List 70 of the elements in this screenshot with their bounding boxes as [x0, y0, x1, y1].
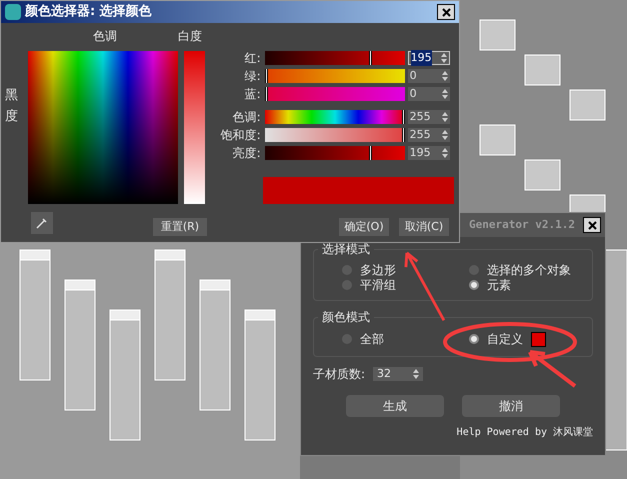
- footer-text: Help Powered by 沐风课堂: [456, 426, 593, 440]
- radio-option[interactable]: 自定义: [453, 330, 580, 348]
- slider-thumb[interactable]: [402, 128, 405, 142]
- radio-option[interactable]: 平滑组: [326, 277, 453, 292]
- number-field[interactable]: 255: [408, 128, 450, 142]
- color-slider-track[interactable]: [264, 146, 405, 160]
- option-label: 平滑组: [360, 276, 396, 294]
- radio-option[interactable]: 多边形: [326, 262, 453, 277]
- spinner-arrows-icon[interactable]: [442, 71, 448, 81]
- slider-label: 色调:: [232, 109, 262, 126]
- eyedropper-button[interactable]: [31, 212, 53, 234]
- window-title: 颜色选择器: 选择颜色: [25, 2, 153, 22]
- annotation-arrow: [526, 348, 578, 388]
- dialog-button[interactable]: 撤消: [462, 395, 560, 417]
- color-slider-track[interactable]: [264, 128, 405, 142]
- spinner-arrows-icon[interactable]: [413, 369, 420, 379]
- eyedropper-icon: [36, 217, 48, 229]
- spinner-arrows-icon[interactable]: [442, 130, 448, 140]
- color-slider-track[interactable]: [264, 87, 405, 101]
- number-field[interactable]: 0: [408, 69, 450, 83]
- hue-label: 色调: [93, 28, 118, 45]
- slider-thumb[interactable]: [402, 110, 405, 124]
- slider-thumb[interactable]: [369, 51, 372, 65]
- radio-button[interactable]: [469, 280, 479, 290]
- hue-blackness-square[interactable]: [28, 51, 178, 204]
- radio-option[interactable]: 元素: [453, 277, 580, 292]
- number-field[interactable]: 195: [408, 51, 450, 65]
- app-icon: [5, 4, 21, 20]
- dialog-button[interactable]: 确定(O): [339, 218, 389, 236]
- color-slider-track[interactable]: [264, 51, 405, 65]
- close-icon: [588, 220, 596, 230]
- spinner-arrows-icon[interactable]: [442, 112, 448, 122]
- slider-thumb[interactable]: [264, 69, 268, 83]
- dialog-button[interactable]: 取消(C): [399, 218, 449, 236]
- blackness-label: 黑度: [5, 87, 18, 126]
- slider-label: 红:: [244, 50, 262, 67]
- number-field[interactable]: 32: [373, 367, 424, 381]
- color-slider-track[interactable]: [264, 110, 405, 124]
- option-label: 选择的多个对象: [487, 262, 571, 278]
- slider-thumb[interactable]: [369, 146, 372, 160]
- dialog-button[interactable]: 生成: [346, 395, 444, 417]
- group-label: 颜色模式: [318, 308, 374, 326]
- slider-label: 蓝:: [244, 86, 262, 103]
- slider-label: 绿:: [244, 68, 262, 85]
- sub-material-label: 子材质数:: [313, 366, 366, 383]
- dialog-button[interactable]: 重置(R): [153, 218, 207, 236]
- radio-button[interactable]: [469, 334, 479, 344]
- window-title: Generator v2.1.2: [469, 216, 575, 233]
- slider-label: 饱和度:: [220, 127, 262, 144]
- radio-option[interactable]: 选择的多个对象: [453, 262, 580, 277]
- radio-option[interactable]: 全部: [326, 330, 453, 348]
- number-field[interactable]: 195: [408, 146, 450, 160]
- color-slider-track[interactable]: [264, 69, 405, 83]
- option-label: 全部: [360, 331, 384, 348]
- spinner-arrows-icon[interactable]: [442, 89, 448, 99]
- slider-thumb[interactable]: [264, 87, 268, 101]
- number-field[interactable]: 255: [408, 110, 450, 124]
- whiteness-label: 白度: [178, 28, 202, 45]
- option-label: 元素: [487, 276, 511, 294]
- number-field[interactable]: 0: [408, 87, 450, 101]
- slider-label: 亮度:: [232, 145, 262, 162]
- close-button[interactable]: [437, 4, 455, 20]
- spinner-arrows-icon[interactable]: [442, 148, 448, 158]
- whiteness-bar[interactable]: [184, 51, 205, 204]
- spinner-arrows-icon[interactable]: [440, 53, 447, 63]
- option-label: 多边形: [360, 262, 396, 278]
- color-swatch[interactable]: [531, 332, 546, 346]
- option-label: 自定义: [487, 331, 523, 348]
- close-button[interactable]: [583, 217, 601, 233]
- close-icon: [442, 8, 450, 16]
